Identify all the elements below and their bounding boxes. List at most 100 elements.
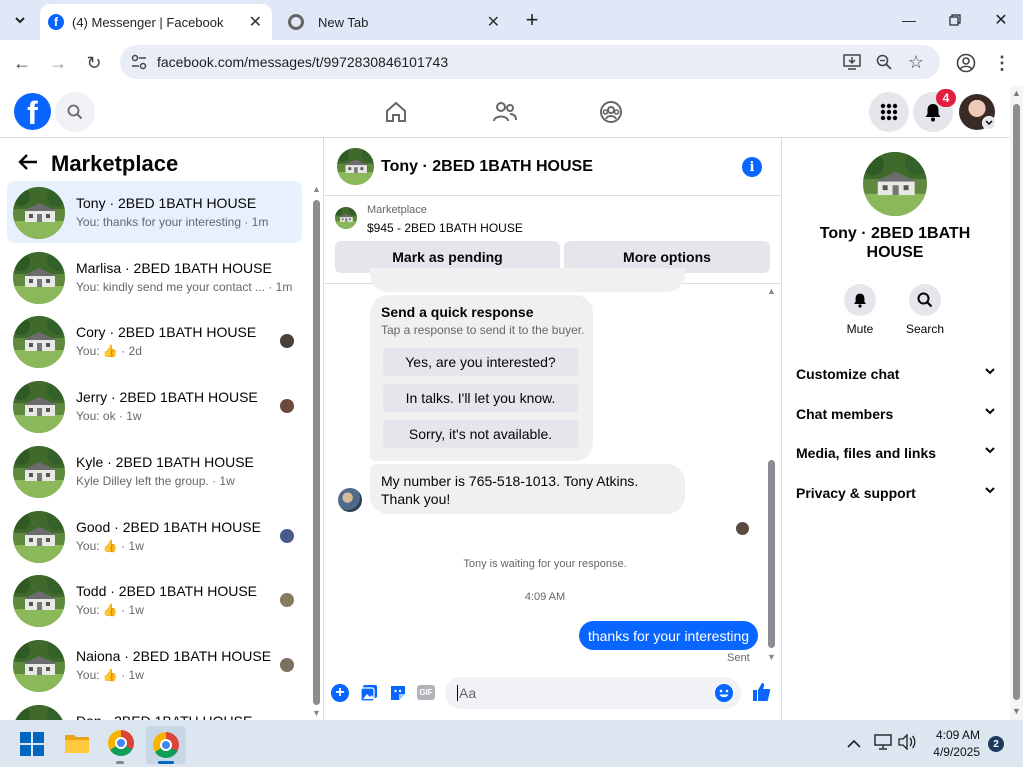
site-settings-icon[interactable] bbox=[130, 54, 148, 70]
close-tab-icon[interactable]: ✕ bbox=[487, 12, 500, 32]
chat-scrollbar[interactable]: ▲ ▼ bbox=[766, 284, 778, 666]
show-hidden-icons-icon[interactable] bbox=[847, 736, 861, 754]
incoming-message: My number is 765-518-1013. Tony Atkins. … bbox=[370, 464, 685, 514]
bookmark-star-icon[interactable]: ☆ bbox=[904, 50, 928, 74]
back-button[interactable]: ← bbox=[10, 51, 34, 75]
customize-chat-section[interactable]: Customize chat bbox=[796, 366, 996, 382]
quick-response-yes[interactable]: Yes, are you interested? bbox=[383, 348, 578, 376]
menu-button[interactable] bbox=[869, 92, 909, 132]
profile-icon[interactable] bbox=[954, 51, 978, 75]
account-chevron-icon[interactable] bbox=[982, 116, 996, 130]
nav-friends[interactable] bbox=[492, 100, 518, 129]
browser-toolbar: ← → ↻ facebook.com/messages/t/9972830846… bbox=[0, 40, 1023, 86]
quick-response-in-talks[interactable]: In talks. I'll let you know. bbox=[383, 384, 578, 412]
zoom-icon[interactable] bbox=[872, 50, 896, 74]
close-tab-icon[interactable]: ✕ bbox=[249, 12, 262, 32]
quick-response-not-available[interactable]: Sorry, it's not available. bbox=[383, 420, 578, 448]
search-in-conversation-button[interactable] bbox=[909, 284, 941, 316]
back-arrow-icon[interactable] bbox=[18, 153, 38, 176]
conversation-preview: You: 👍 · 1w bbox=[76, 538, 144, 553]
chrome-profile-taskbar-icon[interactable] bbox=[146, 726, 186, 764]
forward-button[interactable]: → bbox=[46, 51, 70, 75]
conversation-name: Marlisa · 2BED 1BATH HOUSE bbox=[76, 259, 272, 276]
seen-avatar bbox=[280, 593, 294, 608]
sticker-icon[interactable] bbox=[389, 684, 407, 707]
message-input[interactable]: Aa bbox=[445, 677, 741, 709]
conversation-list-scrollbar[interactable]: ▲ ▼ bbox=[311, 182, 321, 720]
time-divider: 4:09 AM bbox=[524, 591, 566, 603]
groups-icon bbox=[600, 101, 622, 123]
conversation-item[interactable]: Jerry · 2BED 1BATH HOUSE You: ok · 1w bbox=[7, 375, 302, 437]
clock-date[interactable]: 4/9/2025 bbox=[924, 745, 980, 759]
conversation-name: Tony · 2BED 1BATH HOUSE bbox=[76, 195, 257, 211]
emoji-icon[interactable] bbox=[715, 684, 733, 702]
facebook-logo[interactable]: f bbox=[14, 93, 51, 130]
chat-avatar[interactable] bbox=[337, 148, 374, 185]
mute-button[interactable] bbox=[844, 284, 876, 316]
new-tab-button[interactable]: + bbox=[520, 7, 544, 32]
conversation-item[interactable]: Tony · 2BED 1BATH HOUSE You: thanks for y… bbox=[7, 181, 302, 243]
chat-members-section[interactable]: Chat members bbox=[796, 406, 996, 422]
seen-avatar bbox=[280, 399, 294, 414]
more-actions-icon[interactable]: + bbox=[331, 684, 349, 702]
listing-title[interactable]: $945 - 2BED 1BATH HOUSE bbox=[367, 221, 523, 235]
chevron-down-icon bbox=[984, 364, 996, 380]
clock-time[interactable]: 4:09 AM bbox=[934, 728, 980, 742]
tab-search-button[interactable] bbox=[8, 8, 32, 32]
bell-icon bbox=[854, 293, 866, 308]
attach-photo-icon[interactable] bbox=[360, 684, 378, 707]
reload-button[interactable]: ↻ bbox=[82, 51, 106, 75]
conversation-item[interactable]: Dan · 2BED 1BATH HOUSE bbox=[7, 699, 302, 720]
conversation-preview: You: thanks for your interesting · 1m bbox=[76, 215, 269, 229]
file-explorer-icon[interactable] bbox=[64, 732, 90, 759]
media-files-links-section[interactable]: Media, files and links bbox=[796, 445, 996, 461]
sender-avatar[interactable] bbox=[338, 488, 362, 512]
conversation-item[interactable]: Kyle · 2BED 1BATH HOUSE Kyle Dilley left … bbox=[7, 440, 302, 502]
page-scrollbar[interactable]: ▲ ▼ bbox=[1010, 86, 1023, 720]
tab-messenger[interactable]: f (4) Messenger | Facebook ✕ bbox=[40, 4, 272, 40]
facebook-favicon-icon: f bbox=[48, 14, 64, 30]
restore-icon bbox=[949, 14, 961, 26]
close-window-button[interactable]: ✕ bbox=[989, 8, 1013, 32]
url-text: facebook.com/messages/t/9972830846101743 bbox=[157, 54, 449, 70]
like-send-icon[interactable] bbox=[751, 682, 771, 707]
conversation-item[interactable]: Naiona · 2BED 1BATH HOUSE You: 👍 · 1w bbox=[7, 634, 302, 696]
tab-title: (4) Messenger | Facebook bbox=[72, 14, 224, 30]
info-icon[interactable]: i bbox=[742, 157, 762, 177]
nav-groups[interactable] bbox=[599, 100, 623, 129]
volume-icon[interactable] bbox=[898, 733, 916, 755]
privacy-support-section[interactable]: Privacy & support bbox=[796, 485, 996, 501]
page-title: Marketplace bbox=[51, 151, 179, 176]
conversation-preview: You: ok · 1w bbox=[76, 409, 142, 424]
conversation-item[interactable]: Good · 2BED 1BATH HOUSE You: 👍 · 1w bbox=[7, 505, 302, 567]
network-icon[interactable] bbox=[874, 734, 892, 755]
seen-avatar bbox=[280, 528, 294, 543]
gif-icon[interactable]: GIF bbox=[417, 685, 435, 700]
chat-title[interactable]: Tony · 2BED 1BATH HOUSE bbox=[381, 158, 593, 176]
minimize-button[interactable]: — bbox=[897, 8, 921, 32]
chrome-menu-icon[interactable]: ⋮ bbox=[990, 51, 1014, 75]
install-app-icon[interactable] bbox=[840, 50, 864, 74]
conversation-preview: You: kindly send me your contact ... · 1… bbox=[76, 279, 293, 294]
restore-button[interactable] bbox=[943, 8, 967, 32]
conversation-item[interactable]: Marlisa · 2BED 1BATH HOUSE You: kindly se… bbox=[7, 246, 302, 308]
conversation-item[interactable]: Todd · 2BED 1BATH HOUSE You: 👍 · 1w bbox=[7, 569, 302, 631]
details-avatar[interactable] bbox=[863, 152, 927, 216]
listing-thumbnail[interactable] bbox=[335, 207, 357, 229]
notification-center-badge[interactable]: 2 bbox=[988, 736, 1004, 752]
chrome-taskbar-icon[interactable] bbox=[108, 730, 134, 756]
chrome-favicon-icon bbox=[288, 14, 304, 30]
conversation-name: Todd · 2BED 1BATH HOUSE bbox=[76, 583, 258, 600]
conversation-thumbnail bbox=[13, 316, 65, 369]
start-button[interactable] bbox=[20, 732, 44, 761]
address-bar[interactable]: facebook.com/messages/t/9972830846101743… bbox=[120, 45, 940, 79]
marketplace-conversation-list: Marketplace Tony · 2BED 1BATH HOUSE You: … bbox=[0, 138, 324, 720]
chevron-down-icon bbox=[984, 404, 996, 420]
search-button[interactable] bbox=[55, 92, 95, 132]
conversation-item[interactable]: Cory · 2BED 1BATH HOUSE You: 👍 · 2d bbox=[7, 310, 302, 372]
search-icon bbox=[67, 104, 83, 120]
tab-new-tab[interactable]: New Tab ✕ bbox=[280, 4, 512, 40]
quick-response-subtitle: Tap a response to send it to the buyer. bbox=[381, 323, 585, 337]
windows-taskbar: 4:09 AM 4/9/2025 2 bbox=[0, 720, 1023, 767]
nav-home[interactable] bbox=[384, 100, 408, 129]
